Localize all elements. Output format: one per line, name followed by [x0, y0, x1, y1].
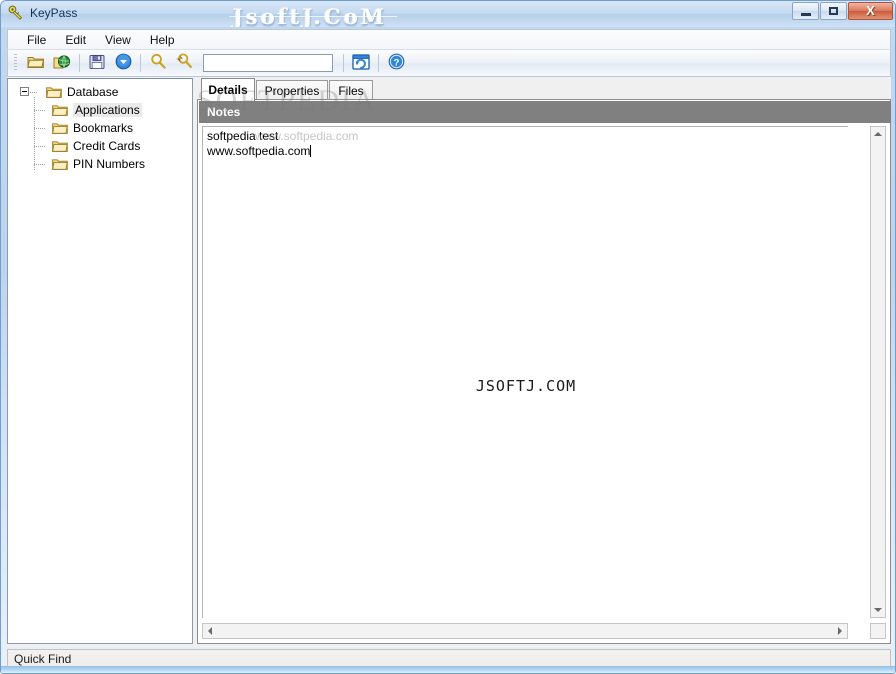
- open-folder-icon: [27, 54, 45, 72]
- notes-section-header: Notes: [199, 101, 891, 123]
- open-folder-button[interactable]: [23, 51, 49, 75]
- text-caret: [310, 145, 312, 157]
- find-icon: [150, 53, 167, 73]
- close-button[interactable]: X: [848, 2, 893, 20]
- open-web-button[interactable]: [49, 51, 75, 75]
- key-icon: [8, 5, 24, 21]
- scroll-right-icon[interactable]: [833, 624, 847, 638]
- scrollbar-corner: [870, 623, 886, 639]
- window-refresh-button[interactable]: [348, 51, 374, 75]
- tree-connector-root: [30, 92, 38, 93]
- sync-button[interactable]: [110, 51, 136, 75]
- folder-icon: [52, 158, 68, 171]
- menu-item-edit[interactable]: Edit: [56, 31, 96, 49]
- details-panel: Details Properties Files Notes softpedia…: [197, 78, 891, 644]
- scroll-left-icon[interactable]: [203, 624, 217, 638]
- tree-item-credit-cards[interactable]: Credit Cards: [8, 137, 192, 155]
- find-button[interactable]: [145, 51, 171, 75]
- application-window: KeyPass JsoftJ.CoM X File Edit View Help: [0, 0, 896, 674]
- open-web-icon: [53, 54, 71, 73]
- svg-text:?: ?: [393, 57, 399, 68]
- tree-label-applications: Applications: [73, 103, 142, 117]
- notes-vertical-scrollbar[interactable]: [870, 126, 886, 618]
- tree-item-bookmarks[interactable]: Bookmarks: [8, 119, 192, 137]
- toolbar-separator: [343, 54, 344, 72]
- notes-horizontal-scrollbar[interactable]: [202, 623, 848, 639]
- tree-label-credit-cards: Credit Cards: [73, 139, 141, 153]
- tree-connector-horizontal: [34, 128, 46, 129]
- folder-icon: [52, 140, 68, 153]
- tree-label-database: Database: [67, 85, 119, 99]
- minimize-button[interactable]: [792, 2, 819, 20]
- tab-details[interactable]: Details: [201, 78, 255, 101]
- maximize-icon: [829, 7, 838, 15]
- help-button[interactable]: ?: [383, 51, 409, 75]
- menu-item-file[interactable]: File: [18, 31, 56, 49]
- folder-icon: [52, 104, 68, 117]
- menu-item-view[interactable]: View: [96, 31, 141, 49]
- tree-item-database[interactable]: Database: [8, 83, 192, 101]
- sync-icon: [115, 53, 132, 73]
- window-refresh-icon: [352, 53, 370, 73]
- maximize-button[interactable]: [820, 2, 847, 20]
- notes-line-text: www.softpedia.com: [207, 144, 311, 158]
- save-button[interactable]: [84, 51, 110, 75]
- save-icon: [89, 54, 105, 73]
- toolbar-separator: [79, 54, 80, 72]
- scroll-down-icon[interactable]: [871, 603, 885, 617]
- title-bar: KeyPass JsoftJ.CoM X: [1, 1, 895, 27]
- toolbar-grip[interactable]: [14, 54, 17, 72]
- close-icon: X: [866, 3, 875, 18]
- tree-connector-horizontal: [34, 110, 46, 111]
- help-icon: ?: [388, 53, 405, 73]
- database-tree[interactable]: Database Applications Bookmarks Credit C…: [7, 78, 193, 644]
- tab-properties[interactable]: Properties: [256, 80, 328, 100]
- title-bar-left: KeyPass: [8, 5, 77, 21]
- find-next-icon: [175, 53, 193, 73]
- folder-icon: [52, 122, 68, 135]
- status-bar-text: Quick Find: [14, 651, 72, 666]
- toolbar-separator: [378, 54, 379, 72]
- toolbar-separator: [140, 54, 141, 72]
- find-next-button[interactable]: [171, 51, 197, 75]
- notes-line-with-caret: www.softpedia.com: [207, 144, 848, 159]
- tab-files[interactable]: Files: [329, 80, 373, 100]
- tab-content-details: Notes softpedia test www.softpedia.com J…: [197, 99, 891, 644]
- window-controls: X: [792, 2, 893, 20]
- search-input[interactable]: [203, 54, 333, 72]
- tree-label-pin-numbers: PIN Numbers: [73, 157, 146, 171]
- tree-expander-icon[interactable]: [20, 87, 29, 96]
- scroll-up-icon[interactable]: [871, 127, 885, 141]
- tree-connector-horizontal: [34, 164, 46, 165]
- folder-icon: [46, 86, 62, 99]
- menu-bar: File Edit View Help: [7, 29, 891, 49]
- tree-connector-horizontal: [34, 146, 46, 147]
- notes-textarea[interactable]: softpedia test www.softpedia.com JSOFTJ.…: [202, 126, 848, 618]
- notes-line: softpedia test: [207, 129, 279, 143]
- window-title: KeyPass: [30, 6, 78, 20]
- tree-label-bookmarks: Bookmarks: [73, 121, 134, 135]
- center-watermark: JSOFTJ.COM: [475, 377, 577, 395]
- tab-strip: Details Properties Files: [197, 78, 891, 101]
- title-watermark-rule: [229, 16, 397, 17]
- tree-item-applications[interactable]: Applications: [8, 101, 192, 119]
- toolbar: ?: [7, 49, 891, 77]
- tree-item-pin-numbers[interactable]: PIN Numbers: [8, 155, 192, 173]
- window-bottom-edge: [1, 666, 895, 673]
- menu-item-help[interactable]: Help: [141, 31, 185, 49]
- minimize-icon: [800, 12, 811, 16]
